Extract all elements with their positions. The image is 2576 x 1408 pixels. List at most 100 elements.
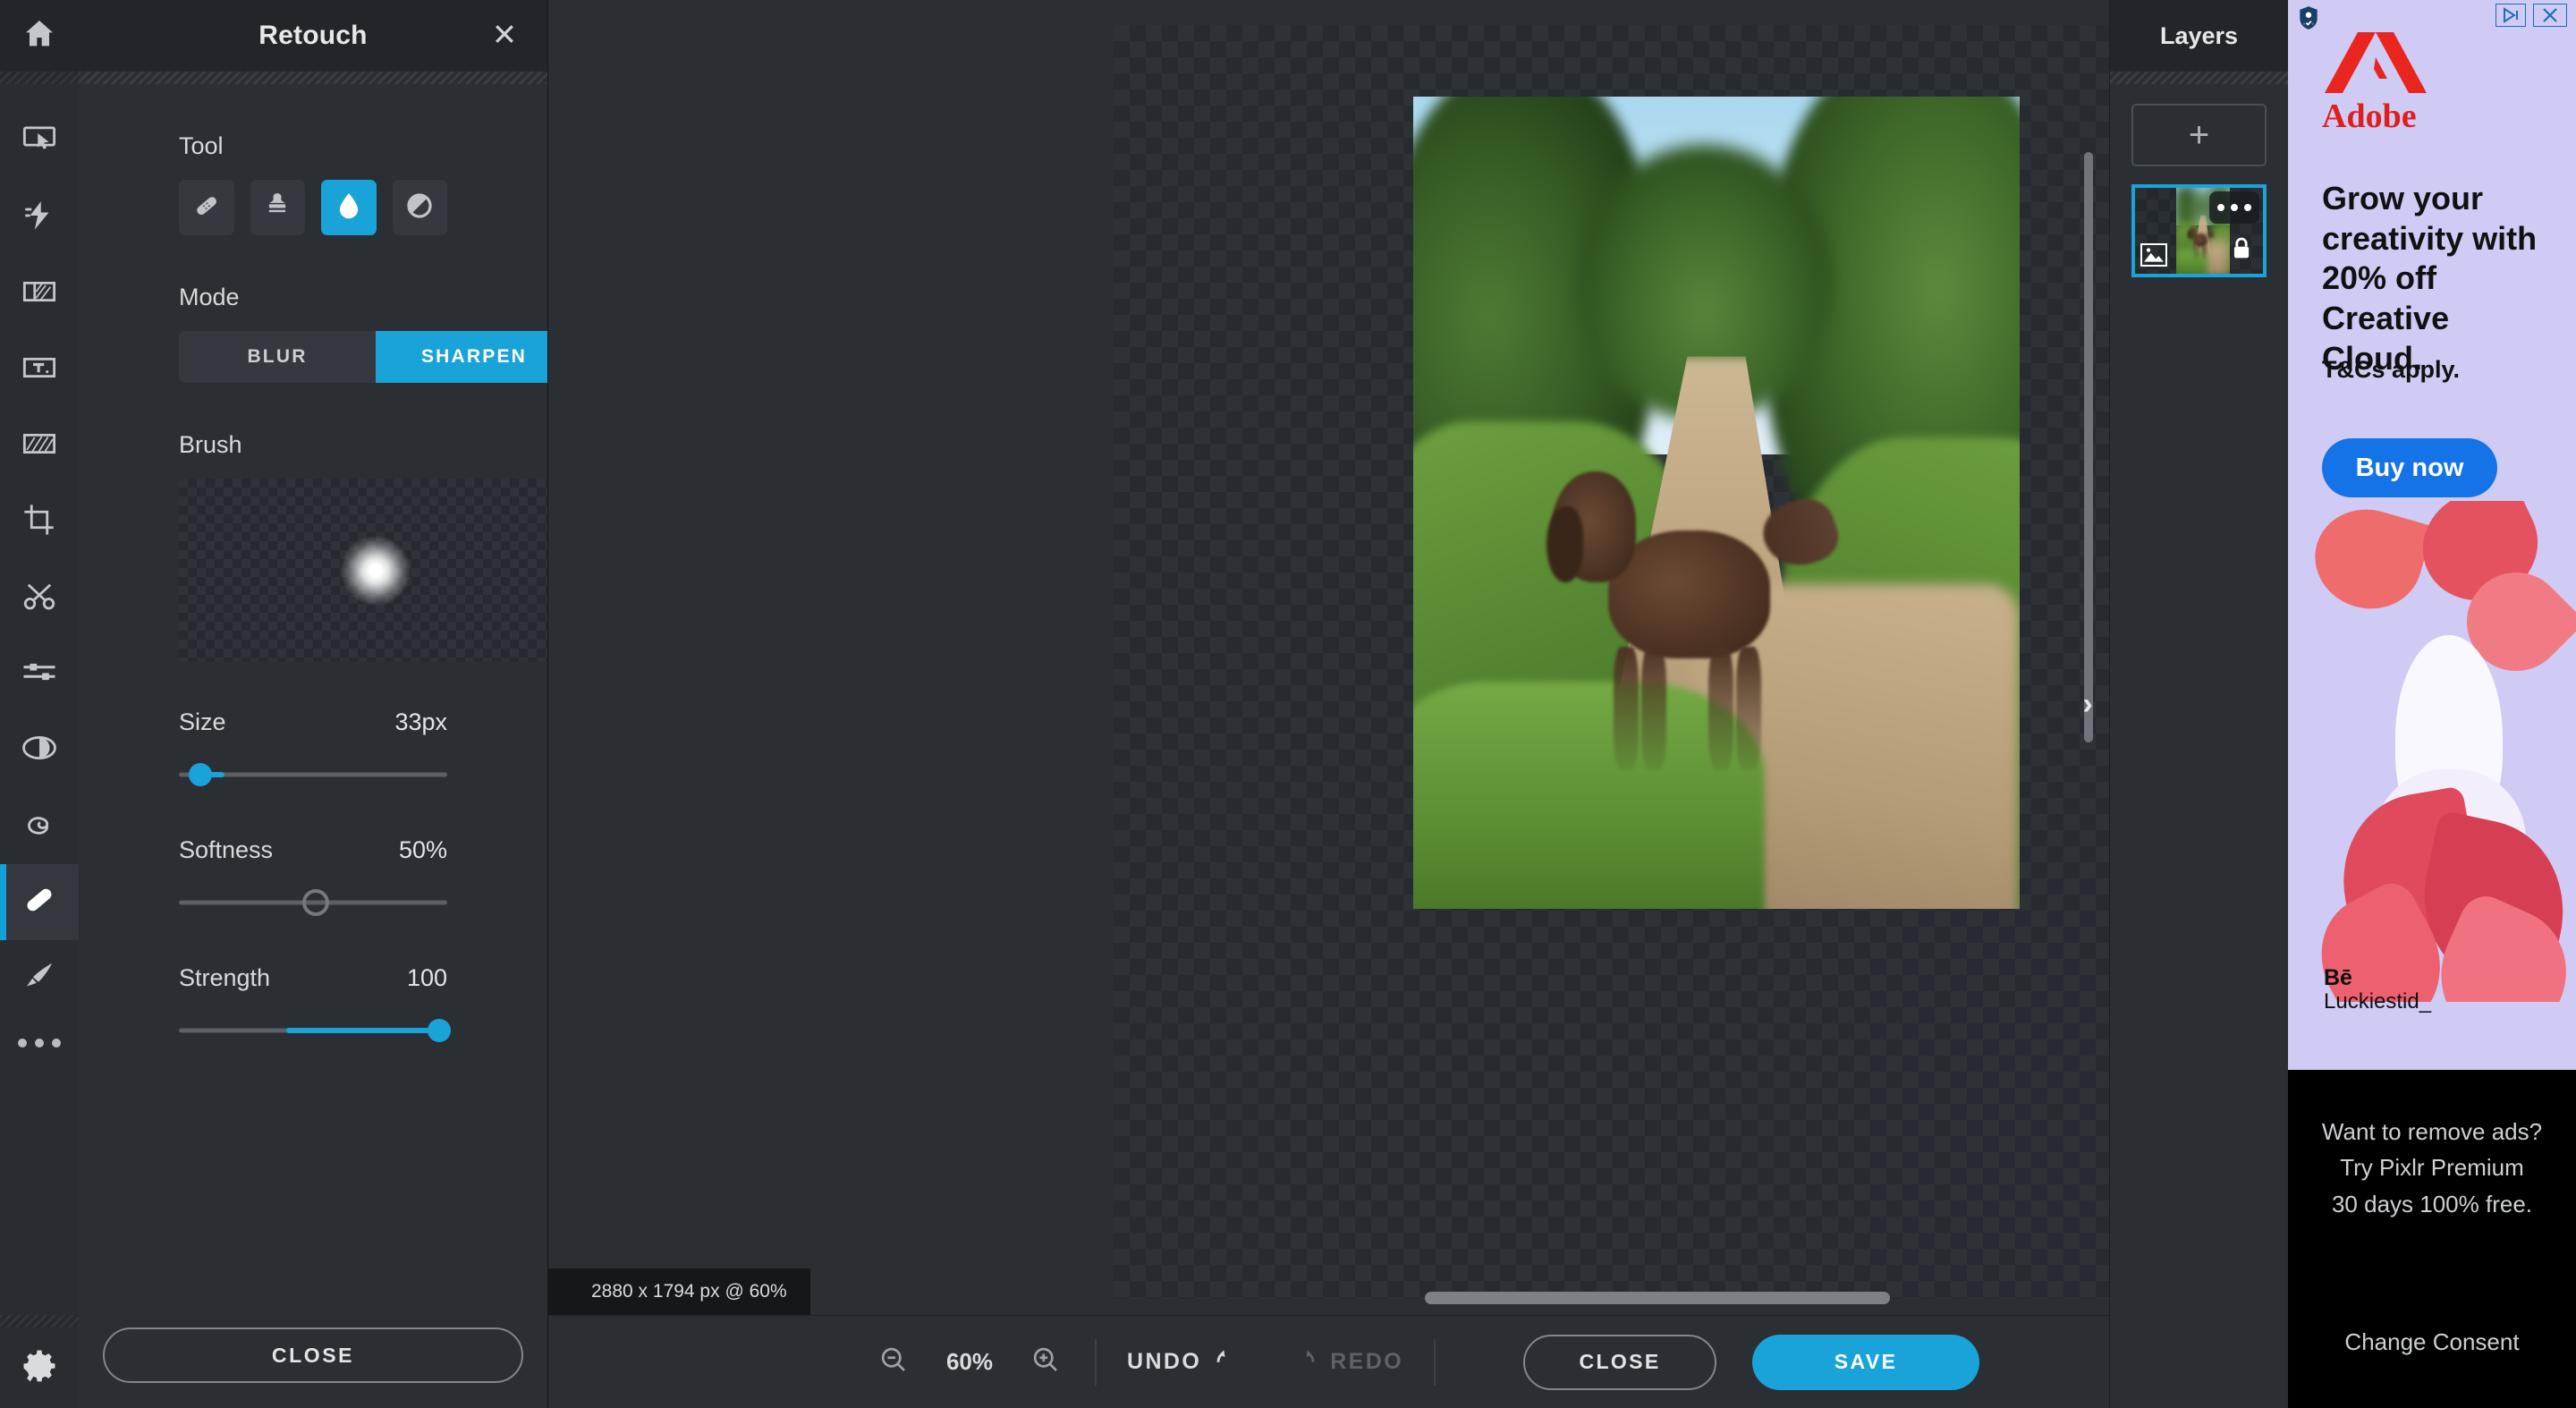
layer-menu-button[interactable]: [2209, 191, 2259, 224]
slider-softness-knob[interactable]: [302, 889, 329, 916]
zoom-out-icon: [877, 1344, 910, 1380]
brush-preview: [179, 479, 547, 662]
canvas-horizontal-scrollbar[interactable]: [1425, 1292, 1890, 1304]
brush-icon: [21, 957, 58, 999]
spiral-icon: [21, 805, 58, 847]
zoom-in-icon: [1030, 1344, 1062, 1380]
sidebar-item-crop[interactable]: [0, 484, 79, 560]
slider-softness-value: 50%: [398, 836, 447, 863]
redo-label: REDO: [1330, 1349, 1404, 1374]
undo-button[interactable]: UNDO: [1127, 1345, 1241, 1378]
tool-rail: [0, 0, 79, 1408]
slider-size-value: 33px: [394, 708, 447, 735]
home-button[interactable]: [0, 0, 79, 72]
sidebar-item-layout[interactable]: [0, 256, 79, 332]
adchoices-icon[interactable]: [2496, 4, 2526, 27]
layers-hatch-divider: [2110, 72, 2288, 84]
adobe-ad[interactable]: Adobe Grow your creativity with 20% off …: [2288, 0, 2576, 1070]
canvas-size-badge: 2880 x 1794 px @ 60%: [548, 1268, 810, 1315]
mode-section-label: Mode: [179, 284, 240, 310]
mode-option-blur[interactable]: BLUR: [179, 331, 376, 383]
brush-preview-dot: [341, 535, 411, 606]
sidebar-item-text[interactable]: [0, 332, 79, 408]
layers-title: Layers: [2159, 21, 2239, 49]
sidebar-item-arrange[interactable]: [0, 104, 79, 180]
tool-option-heal[interactable]: [179, 180, 234, 235]
sidebar-item-pattern[interactable]: [0, 408, 79, 484]
sidebar-item-adjust[interactable]: [0, 636, 79, 712]
panel-close-button[interactable]: [487, 18, 522, 54]
more-dots-icon: [18, 1039, 27, 1048]
canvas-image[interactable]: [1413, 97, 2020, 909]
adobe-logo-icon: [2322, 30, 2429, 99]
image-icon: [2140, 243, 2167, 267]
sidebar-item-cutout[interactable]: [0, 180, 79, 256]
history-controls: UNDO REDO: [1127, 1345, 1403, 1378]
save-button[interactable]: SAVE: [1752, 1334, 1980, 1390]
sidebar-item-retouch[interactable]: [0, 864, 79, 940]
change-consent-link[interactable]: Change Consent: [2288, 1328, 2576, 1356]
home-icon: [21, 16, 57, 56]
slider-softness-label: Softness: [179, 836, 274, 863]
bandage-icon: [21, 881, 58, 923]
zoom-in-button[interactable]: [1027, 1344, 1064, 1381]
arrange-icon: [21, 121, 58, 163]
ad-close-button[interactable]: [2533, 4, 2567, 27]
canvas-stage[interactable]: 2880 x 1794 px @ 60%: [548, 0, 2109, 1315]
panel-body: Tool Mode BLUR SHARPEN Brush Size 33px S…: [79, 84, 547, 1302]
slider-strength-knob[interactable]: [428, 1019, 451, 1042]
slider-size-track[interactable]: [179, 759, 447, 790]
ad-credit-handle: Luckiestid_: [2324, 989, 2432, 1014]
slider-softness-track[interactable]: [179, 887, 447, 918]
privacy-shield-icon[interactable]: [2297, 5, 2320, 35]
slider-strength-track[interactable]: [179, 1015, 451, 1046]
ad-buy-now-button[interactable]: Buy now: [2322, 438, 2497, 497]
undo-arrow-icon: [1214, 1345, 1241, 1378]
sidebar-item-tune[interactable]: [0, 712, 79, 788]
sidebar-item-draw[interactable]: [0, 940, 79, 1016]
panel-close-pill-button[interactable]: CLOSE: [103, 1327, 523, 1383]
ad-credit-brand: Bē: [2324, 964, 2352, 990]
rail-hatch-divider: [0, 72, 79, 84]
mode-option-sharpen[interactable]: SHARPEN: [376, 331, 547, 383]
tool-option-blur-sharpen[interactable]: [321, 180, 377, 235]
mode-toggle-group: BLUR SHARPEN: [179, 331, 547, 383]
lock-icon[interactable]: [2229, 235, 2254, 267]
more-tools-button[interactable]: [18, 1016, 61, 1070]
retouch-panel: Retouch Tool Mode BLUR SHARPEN Brush Siz…: [79, 0, 548, 1408]
layout-icon: [21, 273, 58, 315]
layers-list: +: [2110, 84, 2288, 297]
settings-button[interactable]: [21, 1327, 58, 1408]
slider-size: Size 33px: [179, 708, 447, 790]
gear-icon: [21, 1347, 58, 1389]
slider-size-header: Size 33px: [179, 708, 447, 736]
water-drop-icon: [332, 189, 366, 227]
bandage-icon: [190, 189, 224, 227]
cutout-icon: [21, 197, 58, 239]
rail-hatch-divider-bottom: [0, 1315, 79, 1327]
slider-strength: Strength 100: [179, 964, 451, 1046]
slider-strength-label: Strength: [179, 964, 271, 991]
tool-option-clone[interactable]: [250, 180, 305, 235]
close-button[interactable]: CLOSE: [1523, 1334, 1717, 1390]
add-layer-button[interactable]: +: [2131, 104, 2267, 166]
photo-dog-on-forest-path: [1413, 97, 2020, 909]
sidebar-item-cut[interactable]: [0, 560, 79, 636]
more-dots-icon: [2217, 204, 2224, 211]
toolbar-divider-1: [1095, 1338, 1097, 1386]
zoom-out-button[interactable]: [875, 1344, 912, 1381]
layer-item-image[interactable]: [2131, 184, 2267, 277]
redo-button[interactable]: REDO: [1291, 1345, 1403, 1378]
zoom-level[interactable]: 60%: [937, 1348, 1002, 1376]
ad-terms: T&Cs apply.: [2322, 356, 2461, 383]
tool-option-group: [179, 180, 447, 235]
tool-option-dodge-burn[interactable]: [392, 180, 447, 235]
contrast-icon: [21, 729, 58, 771]
stamp-icon: [260, 189, 294, 227]
slider-strength-header: Strength 100: [179, 964, 447, 992]
sidebar-item-liquify[interactable]: [0, 788, 79, 864]
slider-size-label: Size: [179, 708, 226, 735]
canvas-vertical-scrollbar[interactable]: [2084, 152, 2093, 742]
sliders-icon: [21, 653, 58, 695]
slider-size-knob[interactable]: [189, 763, 212, 786]
